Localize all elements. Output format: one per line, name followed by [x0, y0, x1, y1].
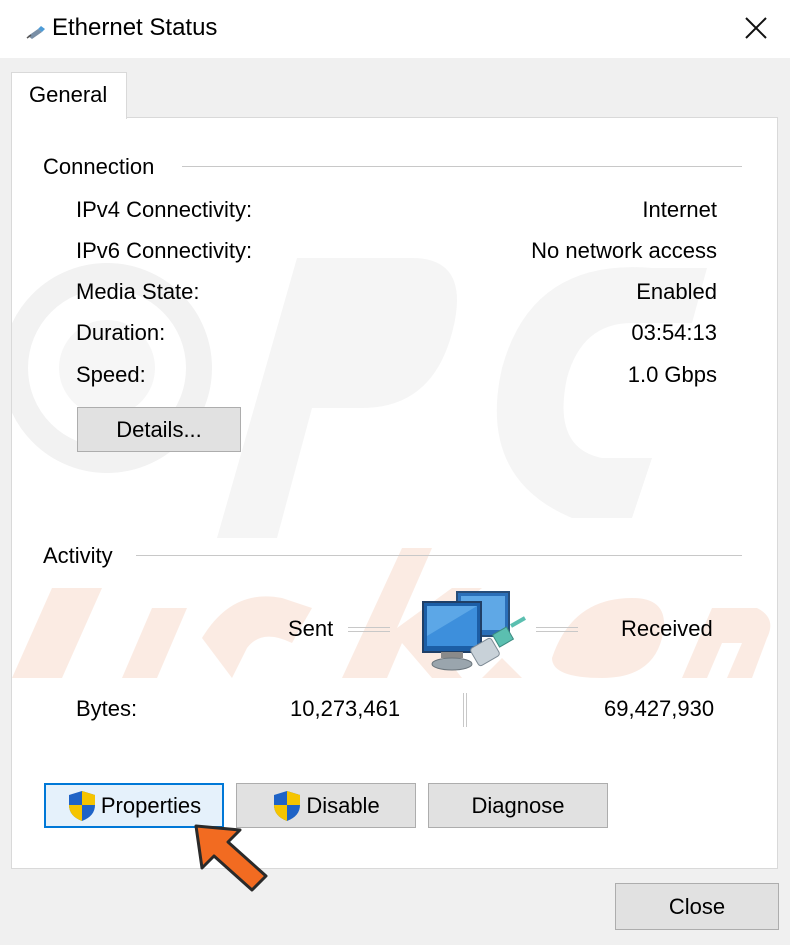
speed-label: Speed:: [76, 362, 146, 387]
disable-button-label: Disable: [306, 792, 380, 818]
media-state-label: Media State:: [76, 279, 200, 304]
shield-icon: [68, 790, 95, 821]
shield-icon: [274, 790, 301, 821]
ipv4-label: IPv4 Connectivity:: [76, 197, 253, 222]
activity-group-title: Activity: [43, 543, 121, 569]
bytes-sent-value: 10,273,461: [290, 696, 401, 721]
close-icon[interactable]: [738, 10, 774, 46]
ipv6-label: IPv6 Connectivity:: [76, 238, 253, 263]
details-button[interactable]: Details...: [77, 407, 241, 452]
window-title: Ethernet Status: [52, 14, 218, 41]
close-button-label: Close: [668, 893, 726, 919]
ipv6-value: No network access: [531, 238, 717, 263]
duration-value: 03:54:13: [631, 320, 717, 345]
bytes-label: Bytes:: [76, 696, 138, 721]
sent-label: Sent: [288, 616, 334, 641]
bytes-received-value: 69,427,930: [604, 696, 715, 721]
tab-general-label: General: [29, 82, 108, 107]
watermark: [12, 258, 771, 678]
received-label: Received: [621, 616, 713, 641]
properties-button-label: Properties: [100, 792, 202, 818]
pointer-arrow-icon: [194, 824, 268, 892]
network-computers-icon: [422, 591, 526, 671]
connection-divider: [182, 166, 742, 167]
duration-label: Duration:: [76, 320, 166, 345]
title-bar: Ethernet Status: [0, 0, 790, 58]
connection-group-title: Connection: [43, 154, 163, 180]
details-button-label: Details...: [116, 416, 202, 442]
tab-general[interactable]: General: [11, 72, 127, 119]
diagnose-button-label: Diagnose: [471, 792, 565, 818]
sent-dash: [348, 627, 390, 632]
general-panel: Connection IPv4 Connectivity: Internet I…: [11, 117, 778, 869]
ethernet-icon: [26, 26, 45, 39]
media-state-value: Enabled: [636, 279, 717, 304]
ipv4-value: Internet: [642, 197, 717, 222]
activity-divider: [136, 555, 742, 556]
close-button[interactable]: Close: [615, 883, 779, 930]
received-dash: [536, 627, 578, 632]
diagnose-button[interactable]: Diagnose: [428, 783, 608, 828]
bytes-divider: [463, 693, 467, 727]
speed-value: 1.0 Gbps: [627, 362, 717, 387]
